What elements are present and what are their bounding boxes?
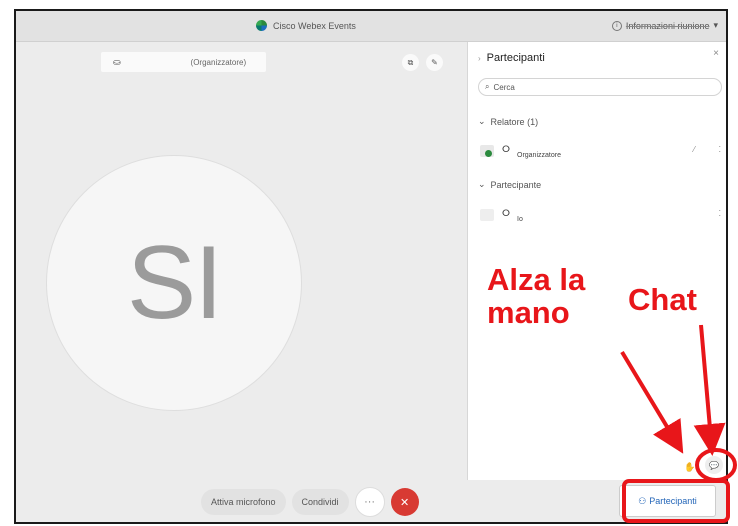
- arrow-raise-hand: [620, 350, 684, 454]
- annotation-overlay: [620, 324, 737, 523]
- arrow-chat: [693, 324, 726, 456]
- highlight-chat: [695, 448, 737, 482]
- highlight-participants: [622, 479, 730, 523]
